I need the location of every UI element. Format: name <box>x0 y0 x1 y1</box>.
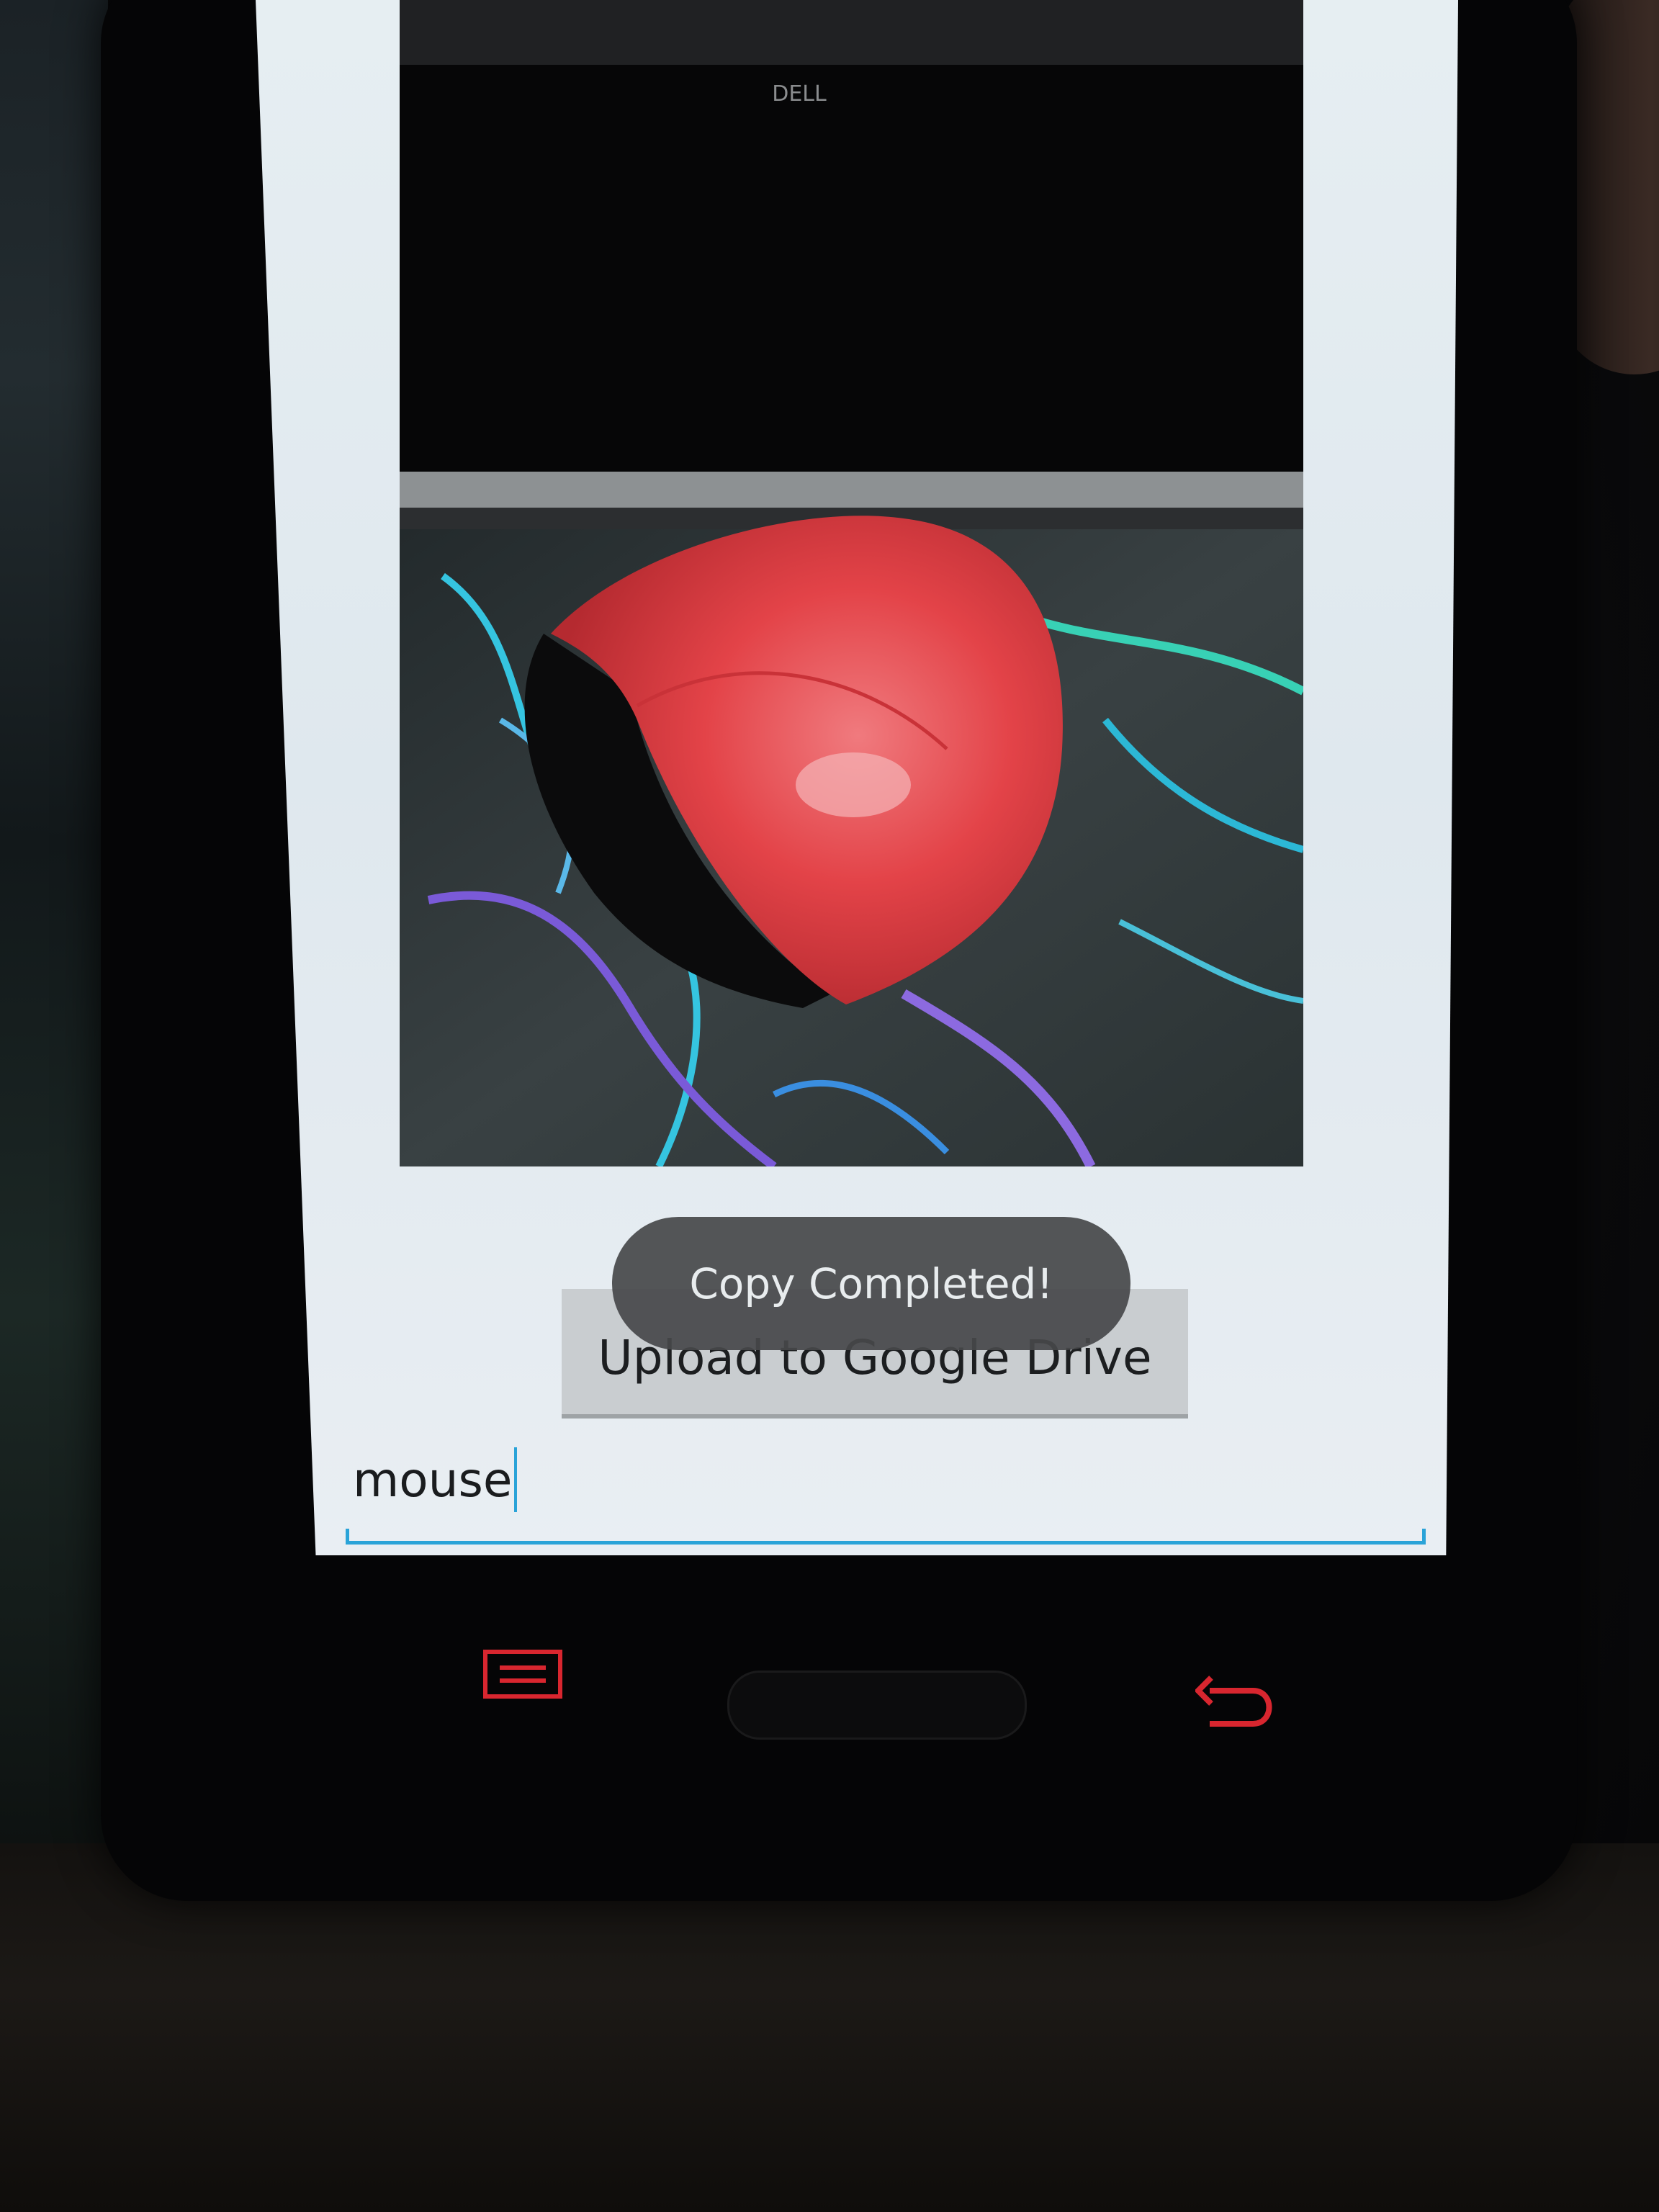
app-screen: DELL Upload to Google Drive Copy Complet… <box>256 0 1458 1555</box>
text-caret <box>513 1447 517 1512</box>
captured-photo[interactable]: DELL <box>400 0 1303 1166</box>
monitor-logo: DELL <box>772 81 827 107</box>
menu-key[interactable] <box>482 1649 563 1699</box>
photo-image: DELL <box>400 0 1303 1166</box>
back-icon <box>1194 1676 1272 1727</box>
back-key[interactable] <box>1194 1671 1282 1735</box>
background-left <box>0 0 108 1872</box>
search-input-text[interactable]: mouse <box>353 1447 517 1512</box>
menu-icon <box>483 1650 562 1699</box>
search-input[interactable]: mouse <box>346 1433 1426 1545</box>
photo-scene: DELL Upload to Google Drive Copy Complet… <box>0 0 1659 2212</box>
search-input-value: mouse <box>353 1452 513 1508</box>
toast-notification: Copy Completed! <box>612 1217 1130 1350</box>
toast-message: Copy Completed! <box>689 1259 1053 1308</box>
home-key[interactable] <box>727 1671 1027 1740</box>
